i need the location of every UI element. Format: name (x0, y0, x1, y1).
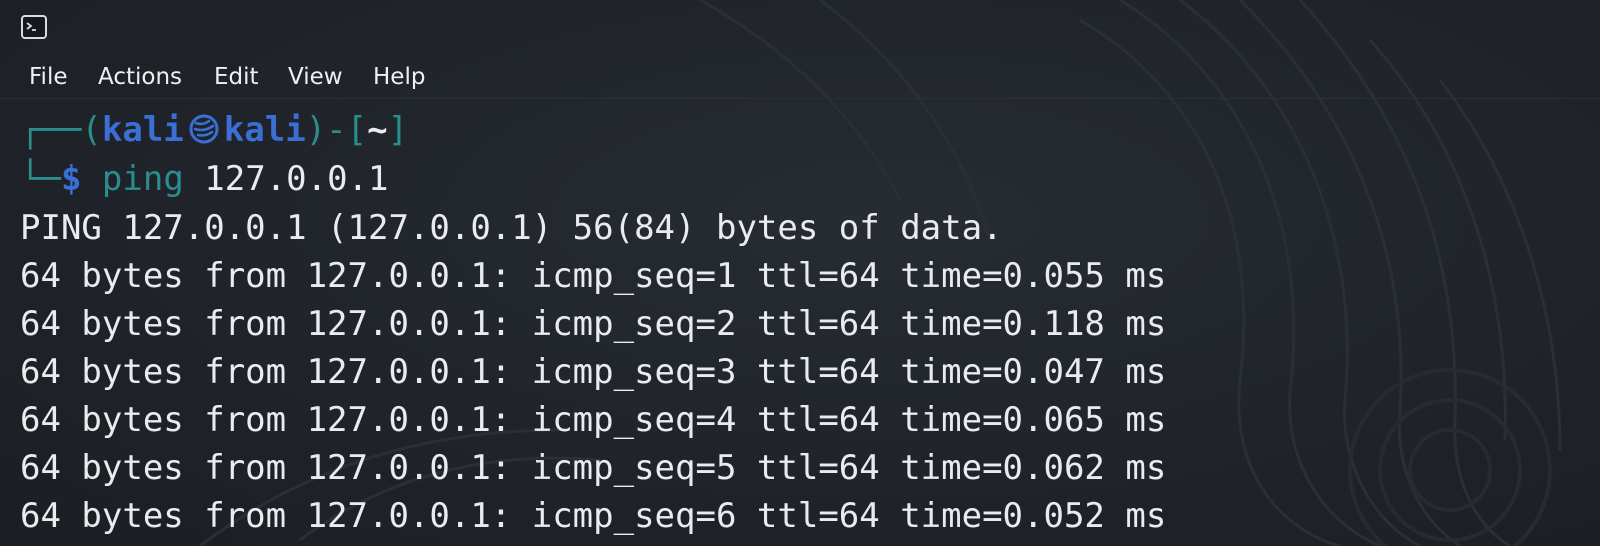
output-line: 64 bytes from 127.0.0.1: icmp_seq=1 ttl=… (20, 256, 1167, 296)
kali-dragon-icon (189, 114, 219, 144)
menu-file[interactable]: File (29, 62, 68, 92)
menu-help[interactable]: Help (373, 62, 425, 92)
menu-bar: File Actions Edit View Help (0, 56, 1600, 99)
prompt-host: kali (223, 110, 306, 150)
terminal-output[interactable]: ┌──(kali kali)-[~] └─$ ping 127.0.0.1 PIN… (0, 104, 1600, 546)
prompt-path: ~ (367, 110, 388, 150)
prompt-corner-top: ┌──( (20, 110, 102, 150)
menu-actions[interactable]: Actions (98, 62, 182, 92)
menu-view[interactable]: View (288, 62, 343, 92)
prompt-dollar: $ (60, 159, 82, 199)
output-line: 64 bytes from 127.0.0.1: icmp_seq=6 ttl=… (20, 496, 1167, 536)
prompt-line-top: ┌──(kali kali)-[~] (20, 106, 408, 155)
output-line: 64 bytes from 127.0.0.1: icmp_seq=4 ttl=… (20, 400, 1167, 440)
menu-edit[interactable]: Edit (214, 62, 259, 92)
command-argument: 127.0.0.1 (204, 159, 389, 199)
prompt-mid: )-[ (305, 110, 368, 150)
prompt-corner-bottom: └─ (20, 159, 61, 199)
terminal-icon (21, 15, 47, 39)
command-name: ping (101, 159, 184, 199)
output-line: PING 127.0.0.1 (127.0.0.1) 56(84) bytes … (20, 208, 1003, 248)
terminal-window: File Actions Edit View Help ┌──(kali kali… (0, 0, 1600, 546)
prompt-user: kali (101, 110, 184, 150)
prompt-end: ] (387, 110, 409, 150)
title-bar (0, 0, 1600, 56)
output-line: 64 bytes from 127.0.0.1: icmp_seq=3 ttl=… (20, 352, 1167, 392)
output-line: 64 bytes from 127.0.0.1: icmp_seq=5 ttl=… (20, 448, 1167, 488)
output-line: 64 bytes from 127.0.0.1: icmp_seq=2 ttl=… (20, 304, 1167, 344)
prompt-line-command: └─$ ping 127.0.0.1 (20, 155, 389, 204)
